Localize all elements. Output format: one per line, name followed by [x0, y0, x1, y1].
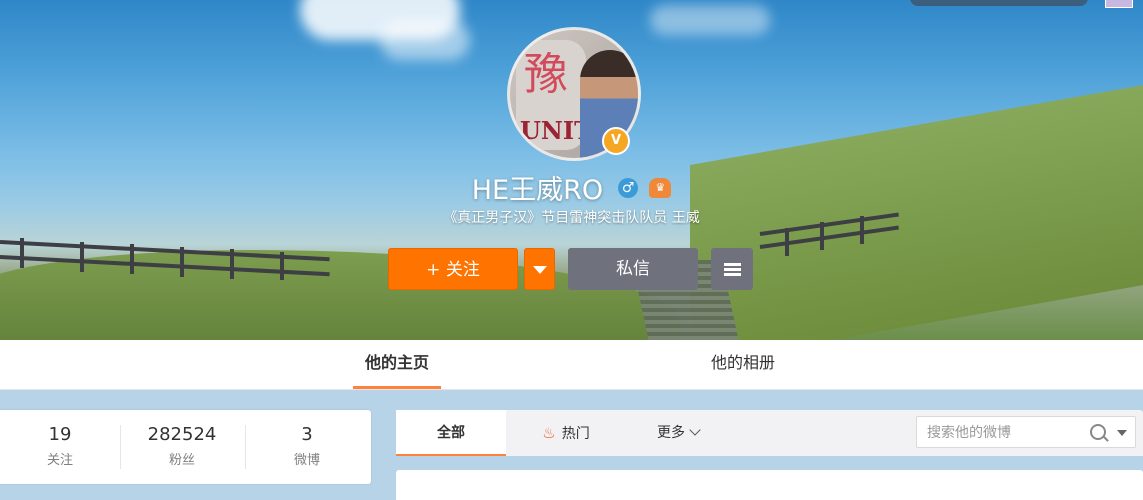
feed-tab-all[interactable]: 全部 [396, 410, 506, 456]
profile-tab-bar: 他的主页 他的相册 [0, 340, 1143, 390]
message-button[interactable]: 私信 [568, 248, 698, 290]
tab-home[interactable]: 他的主页 [353, 340, 441, 389]
feed-tab-more[interactable]: 更多 [648, 410, 708, 456]
chevron-down-icon [532, 266, 547, 274]
vip-crown-icon[interactable]: ♛ [649, 177, 672, 198]
stat-followers[interactable]: 282524 粉丝 [120, 424, 244, 468]
stat-following[interactable]: 19 关注 [0, 424, 122, 468]
tab-album[interactable]: 他的相册 [700, 340, 786, 389]
follow-options-button[interactable] [524, 248, 555, 290]
follow-button[interactable]: + 关注 [388, 248, 518, 290]
search-icon[interactable] [1090, 424, 1106, 440]
search-input[interactable] [925, 422, 1089, 444]
stat-following-label: 关注 [46, 453, 73, 468]
chevron-down-icon [689, 424, 701, 436]
feed-content [396, 470, 1143, 500]
chevron-down-icon[interactable] [1117, 430, 1127, 436]
stat-posts[interactable]: 3 微博 [245, 424, 369, 468]
feed-tab-more-label: 更多 [657, 425, 685, 441]
feed-tab-hot[interactable]: ♨ 热门 [536, 410, 596, 456]
feed-tab-hot-label: 热门 [561, 426, 590, 442]
menu-icon [723, 262, 741, 276]
stats-card: 19 关注 282524 粉丝 3 微博 [0, 410, 371, 484]
profile-name-row: HE王威RO ♂ ♛ [0, 168, 1143, 207]
feed-search-box [916, 416, 1136, 448]
stat-followers-label: 粉丝 [168, 453, 195, 468]
stat-posts-label: 微博 [293, 453, 320, 468]
stat-posts-value: 3 [301, 424, 313, 445]
stat-followers-value: 282524 [147, 424, 217, 445]
profile-bio: 《真正男子汉》节目雷神突击队队员 王威 [443, 210, 700, 226]
stat-following-value: 19 [48, 424, 72, 445]
more-menu-button[interactable] [711, 248, 753, 290]
avatar-rock-mark: 豫 [524, 49, 568, 100]
male-gender-icon: ♂ [618, 177, 639, 198]
flame-icon: ♨ [542, 424, 556, 442]
top-search-edge [910, 0, 1088, 6]
top-avatar-edge [1105, 0, 1133, 8]
profile-name: HE王威RO [471, 175, 604, 206]
verified-badge-icon[interactable]: V [602, 127, 630, 155]
